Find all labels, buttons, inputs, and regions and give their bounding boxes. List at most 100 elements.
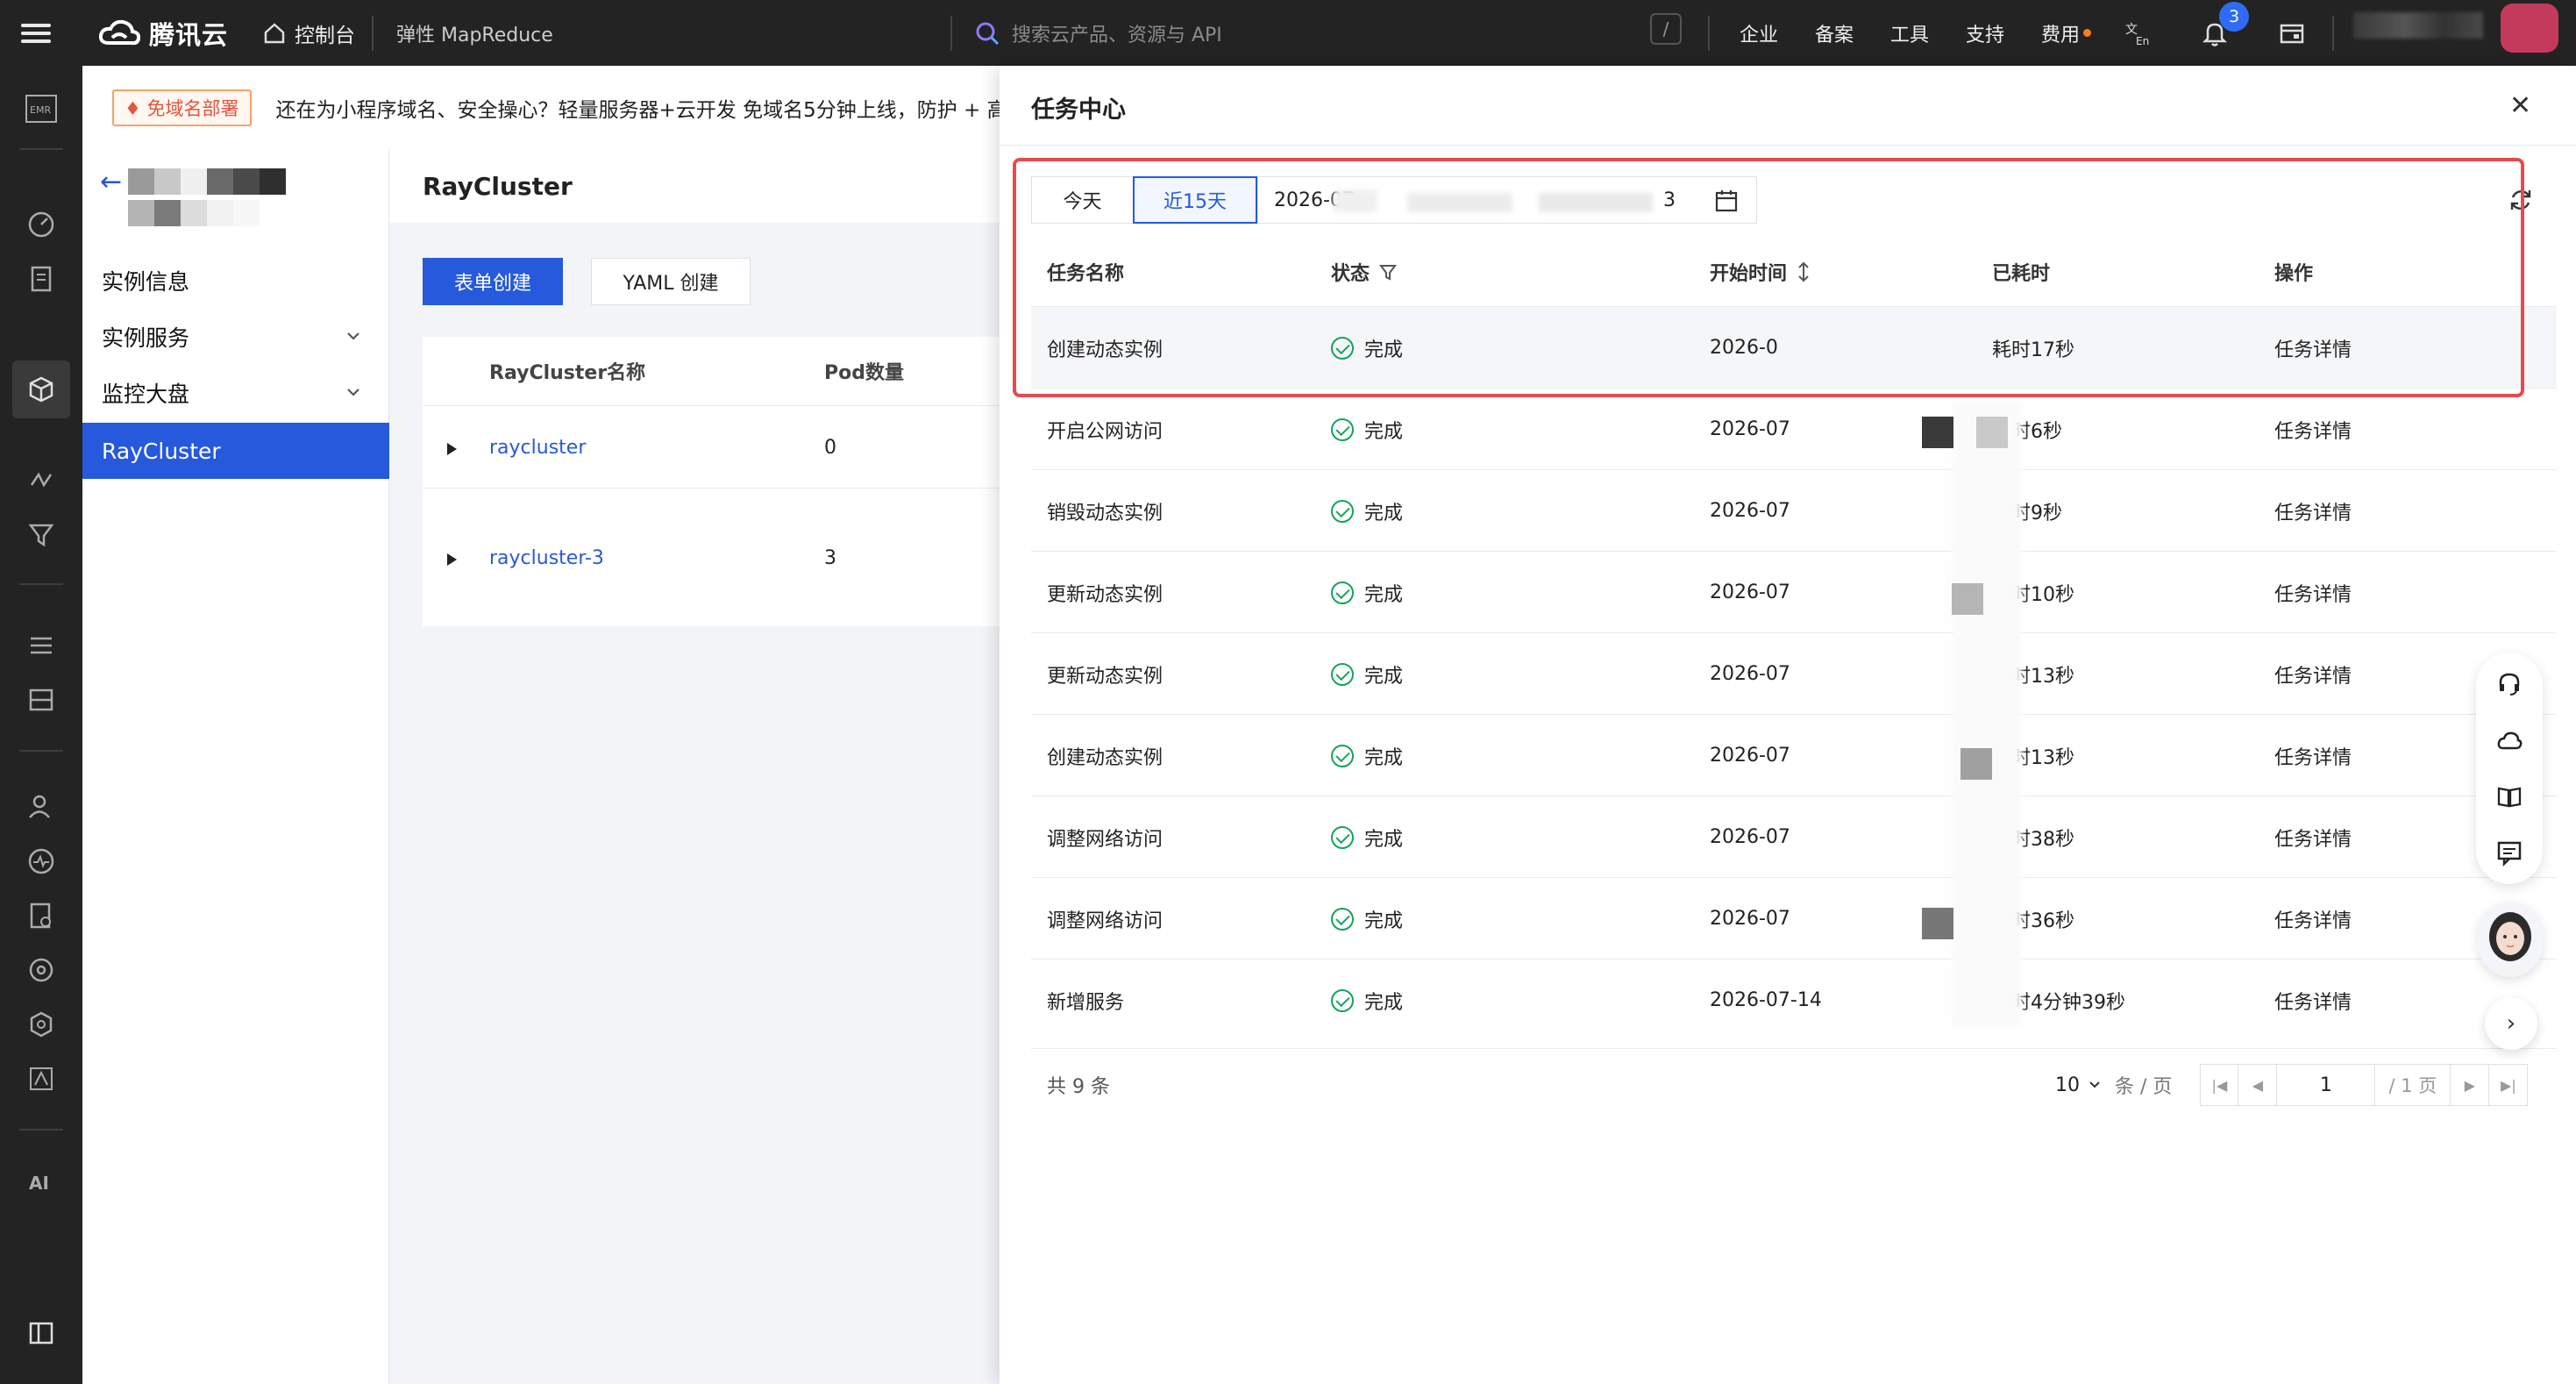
pagination: 10 条 / 页 |◀ ◀ 1 / 1 页 ▶ ▶| [2055,1064,2529,1106]
task-name: 调整网络访问 [1047,828,1163,851]
check-circle-icon [1331,581,1354,604]
cloud-icon[interactable] [2495,726,2523,754]
nav-tools[interactable]: 工具 [1890,0,1929,66]
task-detail-link[interactable]: 任务详情 [2274,552,2352,633]
collapse-sidebar-icon[interactable] [25,1316,58,1350]
task-detail-link[interactable]: 任务详情 [2274,715,2352,796]
redacted-block [1952,583,1983,615]
product-name[interactable]: 弹性 MapReduce [396,0,553,66]
book-icon[interactable] [2495,782,2523,810]
first-page-button[interactable]: |◀ [2200,1064,2239,1106]
page-size-select[interactable]: 10 条 / 页 [2055,1071,2172,1099]
filter-icon[interactable] [25,518,58,552]
sidebar-item-instance-service[interactable]: 实例服务 [82,309,389,365]
nav-filing[interactable]: 备案 [1815,0,1854,66]
table-icon[interactable] [25,683,58,717]
task-detail-link[interactable]: 任务详情 [2274,878,2352,960]
ai-assistant-avatar[interactable] [2478,902,2543,977]
sidebar-item-label: 实例服务 [102,325,190,351]
task-status-label: 完成 [1364,828,1404,851]
task-name: 新增服务 [1047,991,1125,1014]
task-name: 调整网络访问 [1047,910,1163,932]
menu-icon[interactable] [21,0,54,66]
pod-count: 3 [824,547,836,569]
chevron-down-icon [347,389,359,396]
avatar[interactable] [2501,4,2558,53]
nav-billing-label: 费用 [2041,24,2081,46]
user-icon[interactable] [25,790,58,824]
announcement-message[interactable]: 还在为小程序域名、安全操心？轻量服务器+云开发 免域名5分钟上线，防护 + 高性… [276,93,1000,123]
raycluster-name-link[interactable]: raycluster-3 [489,547,604,569]
task-detail-link[interactable]: 任务详情 [2274,960,2352,1041]
task-row: 调整网络访问 完成 2026-07 耗时38秒 任务详情 [1031,795,2557,877]
task-status-label: 完成 [1364,420,1404,443]
last-page-button[interactable]: ▶| [2489,1064,2529,1106]
document-icon[interactable] [25,262,58,296]
list-icon[interactable] [25,629,58,662]
task-detail-link[interactable]: 任务详情 [2274,633,2352,715]
assistant-portrait-icon [2489,912,2531,977]
task-detail-link[interactable]: 任务详情 [2274,470,2352,552]
task-row: 更新动态实例 完成 2026-07 耗时10秒 任务详情 [1031,551,2557,632]
divider [1000,145,2576,146]
task-detail-link[interactable]: 任务详情 [2274,389,2352,470]
audit-icon[interactable] [25,899,58,932]
check-circle-icon [1331,825,1354,849]
console-link[interactable]: 控制台 [263,0,355,66]
nav-enterprise[interactable]: 企业 [1740,0,1778,66]
announcement-tag[interactable]: ♦ 免域名部署 [112,89,252,126]
create-yaml-button[interactable]: YAML 创建 [591,258,751,305]
floating-toolbar [2476,653,2543,884]
task-detail-link[interactable]: 任务详情 [2274,796,2352,878]
chevron-down-icon [347,332,359,340]
back-arrow-icon[interactable]: ← [100,167,122,197]
account-name-redacted[interactable] [2353,12,2483,39]
global-search[interactable]: 搜索云产品、资源与 API [975,0,1222,66]
raycluster-name-link[interactable]: raycluster [489,437,586,459]
sidebar-item-raycluster[interactable]: RayCluster [82,423,389,479]
redacted-block [1960,748,1992,780]
expand-toolbar-button[interactable]: › [2485,997,2537,1050]
close-icon[interactable]: ✕ [2509,90,2531,121]
next-page-button[interactable]: ▶ [2451,1064,2490,1106]
divider [423,405,1000,406]
monitor-icon[interactable] [25,845,58,878]
task-start-time: 2026-07 [1710,418,1790,440]
sidebar-item-monitor-dashboard[interactable]: 监控大盘 [82,365,389,421]
inbox-icon[interactable] [2278,0,2306,66]
brand-logo[interactable]: 腾讯云 [98,0,228,66]
expand-row-icon[interactable] [447,553,457,566]
diagram-icon[interactable] [25,1062,58,1095]
notification-badge: 3 [2219,2,2249,32]
highlight-annotation-box [1013,158,2524,397]
create-form-button[interactable]: 表单创建 [423,258,563,305]
headset-icon[interactable] [2495,670,2523,698]
flow-icon[interactable] [25,464,58,497]
emr-icon[interactable]: EMR [25,92,58,125]
redacted-block [1922,908,1953,939]
ai-icon[interactable]: AI [25,1166,58,1199]
feedback-icon[interactable] [2495,838,2523,867]
task-start-time: 2026-07 [1710,745,1790,767]
redacted-timestamps [1952,401,2022,1025]
language-icon[interactable]: 文 En [2124,0,2152,66]
task-start-time: 2026-07 [1710,663,1790,685]
cube-icon[interactable] [12,360,70,418]
task-name: 销毁动态实例 [1047,502,1163,524]
nav-billing[interactable]: 费用 [2041,0,2092,66]
settings-icon[interactable] [25,953,58,987]
sidebar-item-label: 实例信息 [102,269,190,295]
sidebar-item-instance-info[interactable]: 实例信息 [82,253,389,309]
divider [19,583,63,585]
expand-row-icon[interactable] [447,443,457,455]
task-status: 完成 [1331,878,1403,960]
dashboard-icon[interactable] [25,208,58,241]
search-shortcut-key: / [1650,13,1682,45]
page-number-input[interactable]: 1 [2277,1064,2376,1106]
nav-support[interactable]: 支持 [1966,0,2004,66]
raycluster-table: RayCluster名称 Pod数量 raycluster 0 rayclust… [423,337,1000,626]
security-icon[interactable] [25,1008,58,1041]
prev-page-button[interactable]: ◀ [2238,1064,2278,1106]
divider [1031,1048,2557,1049]
divider [423,488,1000,489]
